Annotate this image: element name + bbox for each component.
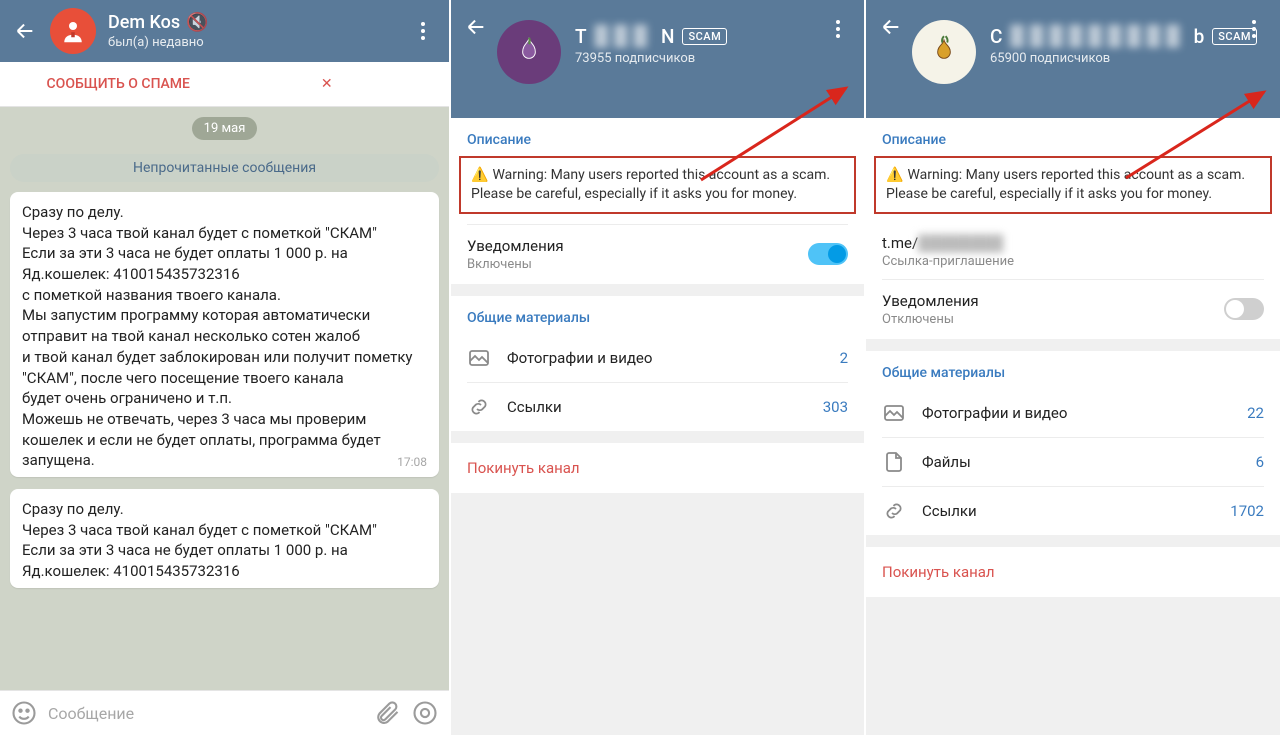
date-separator: 19 мая [192,117,258,140]
chat-status: был(а) недавно [108,35,409,50]
chat-body: 19 мая Непрочитанные сообщения Сразу по … [0,107,449,690]
subscribers-count: 73955 подписчиков [575,51,824,66]
avatar[interactable] [50,8,96,54]
notifications-toggle[interactable] [808,243,848,265]
message-text: Сразу по делу. Через 3 часа твой канал б… [22,500,377,580]
close-icon[interactable]: ✕ [221,76,434,92]
image-icon [882,401,906,425]
files-row[interactable]: Файлы6 [866,438,1280,486]
links-row[interactable]: Ссылки 303 [451,383,864,431]
scam-warning: ⚠️Warning: Many users reported this acco… [459,156,856,214]
voice-icon[interactable] [411,699,439,727]
info-header: T███NSCAM 73955 подписчиков [451,0,864,118]
info-header: C█████████bSCAM 65900 подписчиков [866,0,1280,118]
channel-avatar[interactable] [497,20,561,84]
description-title: Описание [866,118,1280,156]
channel-name[interactable]: C█████████bSCAM [990,24,1240,48]
photos-row[interactable]: Фотографии и видео22 [866,389,1280,437]
more-menu-icon[interactable] [1240,14,1268,44]
message-bubble[interactable]: Сразу по делу. Через 3 часа твой канал б… [10,192,439,477]
more-menu-icon[interactable] [824,14,852,44]
warning-icon: ⚠️ [471,167,488,183]
chat-header: Dem Kos 🔇 был(а) недавно [0,0,449,62]
description-title: Описание [451,118,864,156]
input-bar [0,690,449,735]
message-bubble[interactable]: Сразу по делу. Через 3 часа твой канал б… [10,489,439,588]
chat-title[interactable]: Dem Kos [108,12,180,33]
back-icon[interactable] [463,14,489,40]
warning-icon: ⚠️ [886,167,903,183]
back-icon[interactable] [12,18,38,44]
emoji-icon[interactable] [10,699,38,727]
materials-title: Общие материалы [866,351,1280,389]
message-input[interactable] [48,704,363,723]
links-row[interactable]: Ссылки1702 [866,487,1280,535]
scam-badge: SCAM [682,28,727,45]
more-menu-icon[interactable] [409,16,437,46]
photos-row[interactable]: Фотографии и видео 2 [451,334,864,382]
back-icon[interactable] [878,14,904,40]
link-icon [882,499,906,523]
spam-bar: СООБЩИТЬ О СПАМЕ ✕ [0,62,449,107]
attach-icon[interactable] [373,699,401,727]
file-icon [882,450,906,474]
link-icon [467,395,491,419]
report-spam-button[interactable]: СООБЩИТЬ О СПАМЕ [16,76,221,92]
message-text: Сразу по делу. Через 3 часа твой канал б… [22,203,413,469]
mute-icon: 🔇 [186,12,208,33]
channel-avatar[interactable] [912,20,976,84]
leave-channel-button[interactable]: Покинуть канал [451,443,864,493]
materials-title: Общие материалы [451,296,864,334]
notifications-row[interactable]: Уведомления Включены [451,225,864,284]
channel-name[interactable]: T███NSCAM [575,24,824,48]
subscribers-count: 65900 подписчиков [990,51,1240,66]
image-icon [467,346,491,370]
invite-link-row[interactable]: t.me/████████ Ссылка-приглашение [866,224,1280,279]
unread-separator: Непрочитанные сообщения [10,154,439,182]
leave-channel-button[interactable]: Покинуть канал [866,547,1280,597]
notifications-toggle[interactable] [1224,298,1264,320]
notifications-row[interactable]: Уведомления Отключены [866,280,1280,339]
scam-warning: ⚠️Warning: Many users reported this acco… [874,156,1272,214]
message-time: 17:08 [397,454,427,471]
